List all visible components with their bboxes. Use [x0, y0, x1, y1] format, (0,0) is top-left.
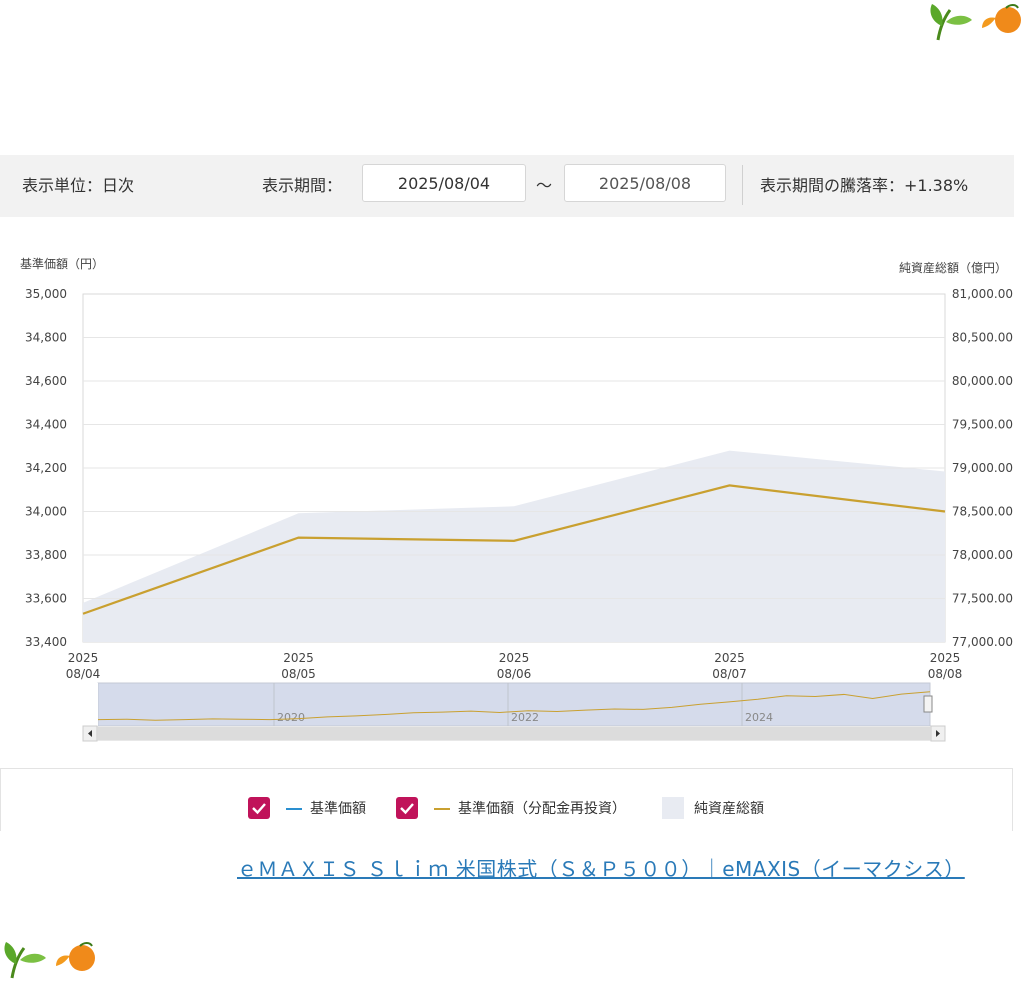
- y-right-tick-label: 81,000.00: [952, 287, 1013, 301]
- navigator-year-label: 2024: [745, 711, 773, 724]
- x-tick-year: 2025: [714, 651, 745, 665]
- y-left-tick-label: 35,000: [25, 287, 67, 301]
- legend-label: 基準価額（分配金再投資）: [458, 801, 626, 817]
- x-tick-year: 2025: [499, 651, 530, 665]
- y-right-tick-label: 80,500.00: [952, 331, 1013, 345]
- x-tick-date: 08/04: [66, 667, 101, 681]
- legend-area-swatch: [662, 797, 684, 819]
- navigator-handle: [923, 695, 933, 713]
- navigator-year-label: 2022: [511, 711, 539, 724]
- y-left-tick-label: 34,800: [25, 331, 67, 345]
- nav-chart: 35,000 34,800 34,600 34,400 34,200 34,000 33,8…: [20, 256, 1013, 742]
- y-left-tick-label: 34,000: [25, 505, 67, 519]
- display-unit-label: 表示単位：日次: [22, 176, 135, 195]
- fund-page-link[interactable]: ｅＭＡＸＩＳ Ｓｌｉｍ 米国株式（Ｓ＆Ｐ５００）｜eMAXIS（イーマクシス）: [237, 853, 965, 882]
- x-tick-date: 08/07: [712, 667, 747, 681]
- checkbox-checked-icon[interactable]: [248, 797, 270, 819]
- x-tick-year: 2025: [283, 651, 314, 665]
- chart-legend: 基準価額 基準価額（分配金再投資） 純資産総額: [0, 768, 1013, 831]
- y-right-tick-label: 77,000.00: [952, 635, 1013, 649]
- legend-line-swatch: [286, 808, 302, 810]
- x-tick-year: 2025: [68, 651, 99, 665]
- x-tick-date: 08/05: [281, 667, 316, 681]
- right-axis-title: 純資産総額（億円）: [899, 260, 1007, 275]
- legend-label: 基準価額: [310, 801, 366, 817]
- x-tick-date: 08/06: [497, 667, 532, 681]
- x-tick-date: 08/08: [928, 667, 963, 681]
- display-period-label: 表示期間：: [262, 176, 343, 195]
- y-right-tick-label: 79,000.00: [952, 461, 1013, 475]
- y-left-tick-label: 33,400: [25, 635, 67, 649]
- y-left-tick-label: 33,800: [25, 548, 67, 562]
- divider: [742, 165, 743, 205]
- navigator-mask: [83, 683, 98, 726]
- navigator-year-label: 2020: [277, 711, 305, 724]
- y-left-tick-label: 33,600: [25, 592, 67, 606]
- end-date-input[interactable]: 2025/08/08: [564, 164, 726, 202]
- checkbox-checked-icon[interactable]: [396, 797, 418, 819]
- display-control-bar: 表示単位：日次 表示期間： 2025/08/04 ～ 2025/08/08 表示…: [0, 155, 1014, 217]
- period-change-rate: 表示期間の騰落率：+1.38%: [760, 176, 969, 195]
- left-axis-title: 基準価額（円）: [20, 256, 104, 271]
- start-date-input[interactable]: 2025/08/04: [362, 164, 526, 202]
- x-tick-year: 2025: [930, 651, 961, 665]
- y-right-tick-label: 80,000.00: [952, 374, 1013, 388]
- y-left-tick-label: 34,400: [25, 418, 67, 432]
- legend-line-swatch: [434, 808, 450, 810]
- date-range-separator: ～: [536, 176, 553, 195]
- y-left-tick-label: 34,600: [25, 374, 67, 388]
- scrollbar-thumb: [98, 727, 930, 740]
- y-left-tick-label: 34,200: [25, 461, 67, 475]
- tea-orange-decoration-icon: [0, 938, 98, 982]
- legend-label: 純資産総額: [694, 801, 764, 817]
- y-right-tick-label: 77,500.00: [952, 592, 1013, 606]
- y-right-tick-label: 78,500.00: [952, 505, 1013, 519]
- y-right-tick-label: 79,500.00: [952, 418, 1013, 432]
- tea-orange-decoration-icon: [926, 0, 1024, 44]
- y-right-tick-label: 78,000.00: [952, 548, 1013, 562]
